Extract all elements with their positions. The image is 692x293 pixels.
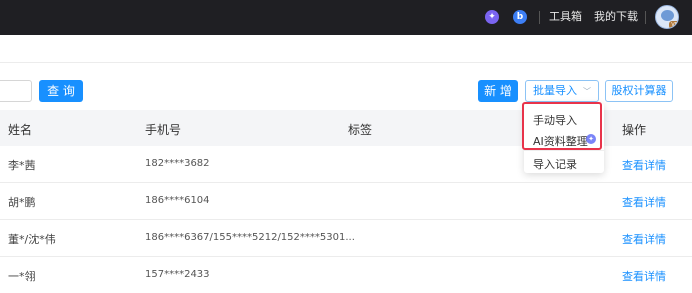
row-phone: 186****6367/155****5212/152****5301... — [145, 232, 355, 243]
batch-import-button[interactable]: 批量导入 ﹀ — [525, 80, 599, 102]
toolbox-link[interactable]: 工具箱 — [549, 10, 582, 24]
section-divider — [0, 62, 692, 63]
view-details-link[interactable]: 查看详情 — [622, 231, 666, 247]
chevron-down-icon: ﹀ — [583, 87, 591, 96]
add-button[interactable]: 新 增 — [478, 80, 518, 102]
view-details-link[interactable]: 查看详情 — [622, 194, 666, 210]
topbar-divider — [539, 11, 540, 24]
row-divider — [0, 219, 692, 220]
topbar-divider — [645, 11, 646, 24]
row-phone: 182****3682 — [145, 158, 210, 169]
dropdown-divider — [524, 150, 604, 151]
row-phone: 186****6104 — [145, 195, 210, 206]
column-header-phone: 手机号 — [145, 123, 182, 137]
row-name: 一*翎 — [8, 270, 36, 283]
view-details-link[interactable]: 查看详情 — [622, 268, 666, 284]
app-logo-icon[interactable]: b — [513, 10, 527, 24]
row-divider — [0, 182, 692, 183]
row-name: 胡*鹏 — [8, 196, 36, 209]
equity-calculator-button[interactable]: 股权计算器 — [605, 80, 673, 102]
column-header-name: 姓名 — [8, 123, 33, 137]
vip-level-badge: V5 — [669, 21, 678, 28]
column-header-tags: 标签 — [348, 123, 373, 137]
batch-import-label: 批量导入 — [533, 84, 577, 97]
top-navigation-bar: ✦ b 工具箱 我的下载 V5 — [0, 0, 692, 35]
avatar-image — [661, 10, 674, 21]
row-divider — [0, 256, 692, 257]
search-input[interactable] — [0, 80, 32, 102]
row-name: 董*/沈*伟 — [8, 233, 56, 246]
query-button[interactable]: 查 询 — [39, 80, 83, 102]
highlight-box — [522, 102, 602, 150]
row-phone: 157****2433 — [145, 269, 210, 280]
my-downloads-link[interactable]: 我的下载 — [594, 10, 638, 24]
ai-assistant-icon[interactable]: ✦ — [485, 10, 499, 24]
avatar[interactable]: V5 — [655, 5, 679, 29]
view-details-link[interactable]: 查看详情 — [622, 157, 666, 173]
row-name: 李*茜 — [8, 159, 36, 172]
column-header-action: 操作 — [622, 123, 647, 137]
import-history-option[interactable]: 导入记录 — [533, 156, 577, 172]
